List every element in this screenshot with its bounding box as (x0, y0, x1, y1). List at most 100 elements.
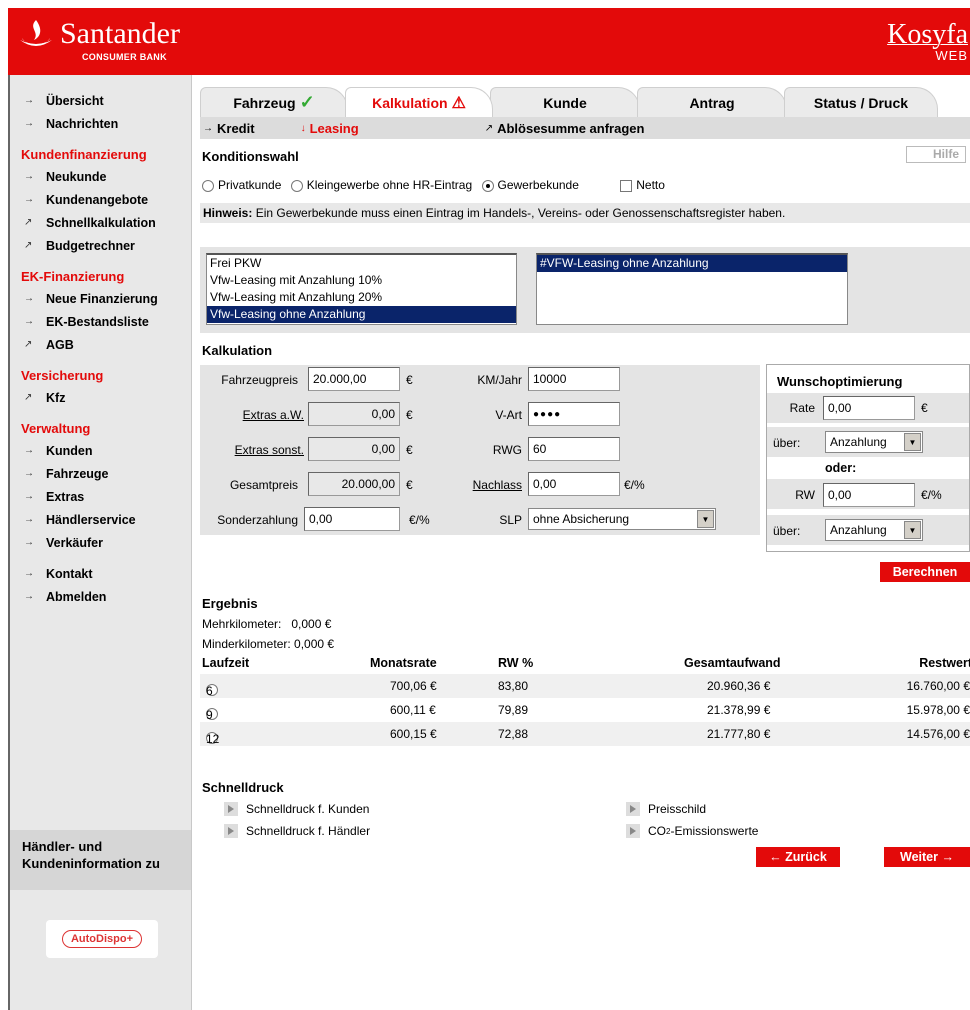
brand-subtitle: CONSUMER BANK (82, 52, 167, 62)
list-item[interactable]: Vfw-Leasing mit Anzahlung 10% (207, 272, 516, 289)
euro-unit: € (406, 478, 413, 492)
sidebar-item-haendlerservice[interactable]: → Händlerservice (10, 508, 191, 531)
result-table-header: Laufzeit Monatsrate RW % Gesamtaufwand R… (200, 656, 970, 672)
km-jahr-input[interactable]: 10000 (528, 367, 620, 391)
list-item-selected[interactable]: Vfw-Leasing ohne Anzahlung (207, 306, 516, 323)
extras-aw-field: 0,00 (308, 402, 400, 426)
tab-antrag[interactable]: Antrag (637, 87, 787, 117)
external-link-icon: ↗ (484, 122, 494, 134)
rwg-label: RWG (492, 443, 522, 457)
subtab-leasing[interactable]: ↓ Leasing (301, 121, 359, 136)
table-row[interactable]: 9 600,11 € 79,89 21.378,99 € 15.978,00 € (200, 698, 970, 722)
arrow-right-icon: → (24, 171, 34, 182)
list-item-selected[interactable]: #VFW-Leasing ohne Anzahlung (537, 255, 847, 272)
euro-unit: € (921, 401, 928, 415)
co2-emissionswerte-link[interactable]: CO 2 -Emissionswerte (626, 824, 758, 838)
euro-unit: € (406, 373, 413, 387)
sidebar-item-kontakt[interactable]: → Kontakt (10, 562, 191, 585)
sidebar-item-abmelden[interactable]: → Abmelden (10, 585, 191, 608)
sidebar-item-kunden[interactable]: → Kunden (10, 439, 191, 462)
chevron-down-icon: ▼ (904, 433, 921, 451)
step-tabs: Fahrzeug ✓ Kalkulation ⚠ Kunde Antrag Stat… (200, 85, 970, 117)
extras-aw-link[interactable]: Extras a.W. (200, 408, 304, 422)
v-art-label: V-Art (495, 408, 522, 422)
rw-input[interactable]: 0,00 (823, 483, 915, 507)
external-link-icon: ↗ (24, 392, 33, 403)
subtab-abloesesumme[interactable]: ↗ Ablösesumme anfragen (485, 121, 645, 136)
checkbox-netto[interactable]: Netto (620, 178, 665, 192)
slp-label: SLP (499, 513, 522, 527)
wunschoptimierung-panel: Wunschoptimierung Rate 0,00 € über: Anza… (766, 364, 970, 552)
list-item[interactable]: Frei PKW (207, 255, 516, 272)
sidebar-item-verkaeufer[interactable]: → Verkäufer (10, 531, 191, 554)
table-row[interactable]: 12 600,15 € 72,88 21.777,80 € 14.576,00 … (200, 722, 970, 746)
nachlass-link[interactable]: Nachlass (450, 478, 522, 492)
arrow-right-icon: → (203, 122, 213, 134)
zurueck-button[interactable]: ← Zurück (756, 847, 840, 867)
sidebar-item-nachrichten[interactable]: → Nachrichten (10, 112, 191, 135)
product-listbox[interactable]: Frei PKW Vfw-Leasing mit Anzahlung 10% V… (206, 253, 517, 325)
tab-kunde[interactable]: Kunde (490, 87, 640, 117)
sidebar-item-uebersicht[interactable]: → Übersicht (10, 89, 191, 112)
berechnen-button[interactable]: Berechnen (880, 562, 970, 582)
santander-logo[interactable]: Santander CONSUMER BANK (18, 18, 180, 62)
kosyfa-logo: Kosyfa WEB (887, 20, 968, 64)
ergebnis-title: Ergebnis (202, 596, 258, 611)
customer-type-radios: Privatkunde Kleingewerbe ohne HR-Eintrag… (202, 178, 665, 192)
ueber-select[interactable]: Anzahlung ▼ (825, 431, 923, 453)
preisschild-link[interactable]: Preisschild (626, 802, 706, 816)
play-icon (224, 802, 238, 816)
arrow-right-icon: → (24, 95, 34, 106)
play-icon (224, 824, 238, 838)
weiter-button[interactable]: Weiter → (884, 847, 970, 867)
fahrzeugpreis-input[interactable]: 20.000,00 (308, 367, 400, 391)
variant-listbox[interactable]: #VFW-Leasing ohne Anzahlung (536, 253, 848, 325)
sidebar-item-budgetrechner[interactable]: ↗ Budgetrechner (10, 234, 191, 257)
tab-kalkulation[interactable]: Kalkulation ⚠ (345, 87, 493, 117)
schnelldruck-haendler-link[interactable]: Schnelldruck f. Händler (224, 824, 370, 838)
table-row[interactable]: 6 700,06 € 83,80 20.960,36 € 16.760,00 € (200, 674, 970, 698)
slp-select[interactable]: ohne Absicherung ▼ (528, 508, 716, 530)
sidebar-item-schnellkalkulation[interactable]: ↗ Schnellkalkulation (10, 211, 191, 234)
radio-privatkunde[interactable]: Privatkunde (202, 178, 281, 192)
sidebar-item-neue-finanzierung[interactable]: → Neue Finanzierung (10, 287, 191, 310)
arrow-right-icon: → (24, 537, 34, 548)
tab-status-druck[interactable]: Status / Druck (784, 87, 938, 117)
autodispo-logo[interactable]: AutoDispo+ (46, 920, 158, 958)
euro-unit: € (406, 443, 413, 457)
ueber-select-2[interactable]: Anzahlung ▼ (825, 519, 923, 541)
sidebar-item-kfz[interactable]: ↗ Kfz (10, 386, 191, 409)
sidebar-item-ek-bestandsliste[interactable]: → EK-Bestandsliste (10, 310, 191, 333)
play-icon (626, 802, 640, 816)
sidebar-group-ek-finanzierung: EK-Finanzierung (21, 268, 125, 284)
rate-label: Rate (789, 401, 815, 415)
sidebar-item-neukunde[interactable]: → Neukunde (10, 165, 191, 188)
kalkulation-title: Kalkulation (202, 343, 273, 358)
sidebar-item-agb[interactable]: ↗ AGB (10, 333, 191, 356)
radio-kleingewerbe[interactable]: Kleingewerbe ohne HR-Eintrag (290, 178, 472, 192)
sidebar-group-versicherung: Versicherung (21, 367, 104, 383)
checkmark-icon: ✓ (299, 92, 315, 112)
chevron-down-icon: ▼ (697, 510, 714, 528)
v-art-input[interactable]: ●●●● (528, 402, 620, 426)
subtab-kredit[interactable]: → Kredit (203, 121, 255, 136)
help-button[interactable]: Hilfe (906, 146, 966, 163)
sidebar-item-kundenangebote[interactable]: → Kundenangebote (10, 188, 191, 211)
list-item[interactable]: Vfw-Leasing mit Anzahlung 20% (207, 289, 516, 306)
oder-label: oder: (825, 461, 857, 475)
extras-sonst-link[interactable]: Extras sonst. (200, 443, 304, 457)
schnelldruck-kunden-link[interactable]: Schnelldruck f. Kunden (224, 802, 369, 816)
rate-input[interactable]: 0,00 (823, 396, 915, 420)
tab-fahrzeug[interactable]: Fahrzeug ✓ (200, 87, 348, 117)
sidebar-item-extras[interactable]: → Extras (10, 485, 191, 508)
brand-name: Santander (60, 17, 180, 50)
extras-sonst-field: 0,00 (308, 437, 400, 461)
radio-gewerbekunde[interactable]: Gewerbekunde (481, 178, 579, 192)
ueber-label: über: (773, 524, 801, 538)
main-content: Fahrzeug ✓ Kalkulation ⚠ Kunde Antrag Stat… (200, 85, 970, 867)
sidebar-item-fahrzeuge[interactable]: → Fahrzeuge (10, 462, 191, 485)
nachlass-input[interactable]: 0,00 (528, 472, 620, 496)
arrow-right-icon: → (24, 468, 34, 479)
sonderzahlung-input[interactable]: 0,00 (304, 507, 400, 531)
rwg-input[interactable]: 60 (528, 437, 620, 461)
